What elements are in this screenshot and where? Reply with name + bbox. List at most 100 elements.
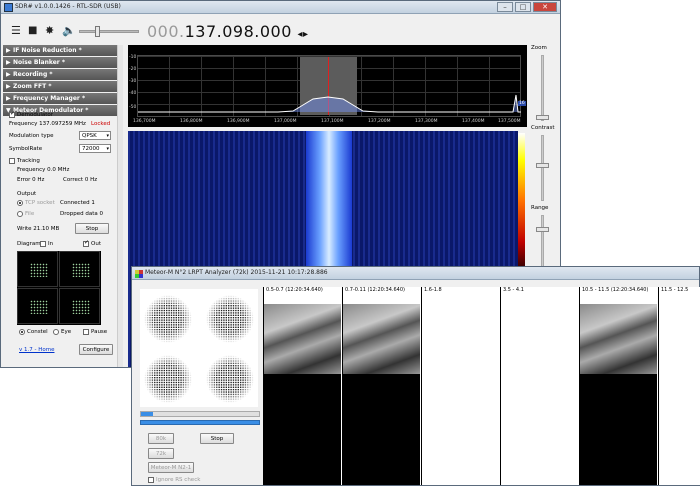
channel-column: 0.7-0.11 (12:20:34.640) xyxy=(342,287,420,485)
channel-column: 11.5 - 12.5 xyxy=(658,287,700,485)
satellite-imagery xyxy=(264,304,341,374)
contrast-label: Contrast xyxy=(531,125,555,131)
x-tick-label: 137,500M xyxy=(498,119,521,124)
zoom-slider-thumb[interactable] xyxy=(536,115,549,120)
app-icon xyxy=(4,3,13,12)
channel-column: 0.5-0.7 (12:20:34.640) xyxy=(263,287,341,485)
locked-status: Locked xyxy=(91,121,111,127)
waterfall-color-scale xyxy=(518,133,525,269)
close-button[interactable]: ✕ xyxy=(533,2,557,12)
stop-icon[interactable]: ■ xyxy=(28,25,37,36)
tcp-label: TCP socket xyxy=(25,200,55,206)
zoom-label: Zoom xyxy=(531,45,547,51)
lrpt-app-icon xyxy=(135,270,143,278)
gear-icon[interactable]: ✸ xyxy=(45,25,54,36)
section-recording[interactable]: ▶ Recording * xyxy=(3,69,123,80)
eye-radio[interactable] xyxy=(53,329,59,335)
modulation-select[interactable]: QPSK ▾ xyxy=(79,131,111,140)
file-label: File xyxy=(25,211,35,217)
diagram-in-label: In xyxy=(48,241,54,247)
tracking-checkbox[interactable] xyxy=(9,158,15,164)
satellite-imagery xyxy=(580,304,657,374)
modulation-label: Modulation type xyxy=(9,133,54,139)
expand-icon: ▶ xyxy=(6,59,11,66)
x-tick-label: 136,900M xyxy=(227,119,250,124)
range-slider[interactable] xyxy=(541,215,544,269)
progress-fill xyxy=(141,412,153,416)
error-readout: Error 0 Hz xyxy=(17,177,45,183)
volume-slider[interactable] xyxy=(79,30,139,33)
pause-label: Pause xyxy=(91,329,108,335)
channel-image xyxy=(264,304,341,485)
diagram-in-checkbox[interactable] xyxy=(40,241,46,247)
frequency-step-arrows[interactable]: ◂▸ xyxy=(298,29,309,40)
contrast-slider-thumb[interactable] xyxy=(536,163,549,168)
sdr-title: SDR# v1.0.0.1426 - RTL-SDR (USB) xyxy=(15,3,121,10)
configure-button[interactable]: Configure xyxy=(79,344,113,355)
y-tick-label: -40 xyxy=(129,91,137,96)
72k-button[interactable]: 72k xyxy=(148,448,174,459)
constellation-diagram xyxy=(17,251,101,325)
80k-button[interactable]: 80k xyxy=(148,433,174,444)
expand-icon: ▶ xyxy=(6,71,11,78)
meteor-m-n2-1-button[interactable]: Meteor-M N2-1 xyxy=(148,462,194,473)
write-readout: Write 21.10 MB xyxy=(17,226,60,232)
frequency-display[interactable]: 000.137.098.000 ◂▸ xyxy=(147,22,309,41)
frequency-value: 137.098.000 xyxy=(184,22,292,41)
channel-column: 1.6-1.8 xyxy=(421,287,499,485)
y-tick-label: -30 xyxy=(129,79,137,84)
section-noise-blanker[interactable]: ▶ Noise Blanker * xyxy=(3,57,123,68)
lrpt-analyzer-window: Meteor-M N°2 LRPT Analyzer (72k) 2015-11… xyxy=(131,266,700,486)
channel-column: 10.5 - 11.5 (12:20:34.640) xyxy=(579,287,657,485)
section-noise-reduction[interactable]: ▶ IF Noise Reduction * xyxy=(3,45,123,56)
channel-image xyxy=(343,304,420,485)
expand-icon: ▶ xyxy=(6,95,11,102)
diagram-out-label: Out xyxy=(91,241,101,247)
minimize-button[interactable]: – xyxy=(497,2,513,12)
channel-label: 1.6-1.8 xyxy=(424,287,442,293)
stop-decode-button[interactable]: Stop xyxy=(200,433,234,444)
channel-column: 3.5 - 4.1 xyxy=(500,287,578,485)
constel-radio[interactable] xyxy=(19,329,25,335)
chevron-down-icon: ▾ xyxy=(106,146,109,152)
section-frequency-manager[interactable]: ▶ Frequency Manager * xyxy=(3,93,123,104)
tcp-radio[interactable] xyxy=(17,200,23,206)
pause-checkbox[interactable] xyxy=(83,329,89,335)
lrpt-title: Meteor-M N°2 LRPT Analyzer (72k) 2015-11… xyxy=(145,269,328,276)
section-zoom-fft[interactable]: ▶ Zoom FFT * xyxy=(3,81,123,92)
spectrum-trace xyxy=(138,94,521,113)
panel-scrollbar[interactable] xyxy=(117,45,123,367)
channel-label: 0.5-0.7 (12:20:34.640) xyxy=(266,287,323,293)
correct-readout: Correct 0 Hz xyxy=(63,177,98,183)
spectrum-analyzer[interactable]: -10 -20 -30 -40 -50 136,700M 136,800M 13… xyxy=(128,45,527,127)
file-radio[interactable] xyxy=(17,211,23,217)
channel-label: 11.5 - 12.5 xyxy=(661,287,689,293)
volume-slider-thumb[interactable] xyxy=(95,26,100,37)
frequency-prefix: 000. xyxy=(147,22,185,41)
decode-progress-bar xyxy=(140,411,260,417)
output-label: Output xyxy=(17,191,37,197)
left-panel: ▶ IF Noise Reduction * ▶ Noise Blanker * ▶… xyxy=(3,45,123,367)
lrpt-title-bar[interactable]: Meteor-M N°2 LRPT Analyzer (72k) 2015-11… xyxy=(132,267,699,280)
channel-label: 3.5 - 4.1 xyxy=(503,287,524,293)
symbolrate-select[interactable]: 72000 ▾ xyxy=(79,144,111,153)
range-slider-thumb[interactable] xyxy=(536,227,549,232)
menu-icon[interactable]: ☰ xyxy=(11,25,21,36)
maximize-button[interactable]: □ xyxy=(515,2,531,12)
diagram-out-checkbox[interactable] xyxy=(83,239,89,247)
zoom-slider[interactable] xyxy=(541,55,544,121)
range-label: Range xyxy=(531,205,549,211)
contrast-slider[interactable] xyxy=(541,135,544,201)
x-tick-label: 137,300M xyxy=(415,119,438,124)
demodulator-checkbox[interactable] xyxy=(9,110,15,118)
ignore-rs-label: Ignore RS check xyxy=(156,477,201,483)
sdr-title-bar[interactable]: SDR# v1.0.0.1426 - RTL-SDR (USB) – □ ✕ xyxy=(1,1,560,14)
expand-icon: ▶ xyxy=(6,83,11,90)
channel-images-area: 0.5-0.7 (12:20:34.640) 0.7-0.11 (12:20:3… xyxy=(263,287,700,485)
ignore-rs-checkbox[interactable] xyxy=(148,477,154,483)
speaker-icon[interactable]: 🔈 xyxy=(62,25,76,36)
tracking-label: Tracking xyxy=(17,158,40,164)
stop-button[interactable]: Stop xyxy=(75,223,109,234)
home-link[interactable]: v 1.7 - Home xyxy=(19,347,54,353)
expand-icon: ▶ xyxy=(6,47,11,54)
